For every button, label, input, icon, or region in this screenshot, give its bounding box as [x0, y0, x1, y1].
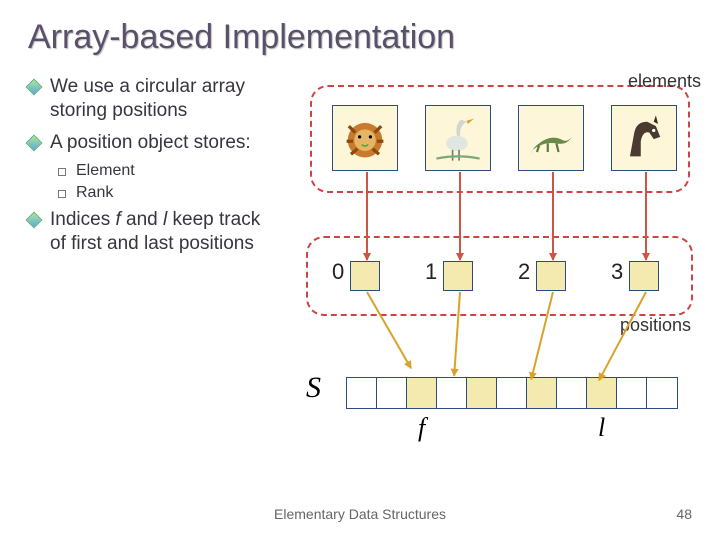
position-object — [629, 261, 659, 291]
position-object — [536, 261, 566, 291]
arrow-icon — [366, 172, 368, 260]
array-label: S — [306, 371, 321, 405]
square-bullet-icon — [58, 190, 66, 198]
position-object — [443, 261, 473, 291]
f-pointer-label: f — [418, 413, 425, 443]
arrow-icon — [645, 172, 647, 260]
array-cell — [617, 378, 647, 408]
square-bullet-icon — [58, 168, 66, 176]
position-index: 1 — [425, 259, 437, 285]
horse-icon — [611, 105, 677, 171]
diamond-bullet-icon — [26, 212, 43, 229]
array-cell — [467, 378, 497, 408]
slide-title: Array-based Implementation — [28, 18, 692, 57]
sub-bullet-text: Rank — [76, 184, 113, 202]
position-object — [350, 261, 380, 291]
l-pointer-label: l — [598, 413, 605, 443]
page-number: 48 — [676, 506, 692, 522]
footer-text: Elementary Data Structures — [0, 506, 720, 522]
array-s — [346, 377, 678, 409]
array-cell — [647, 378, 677, 408]
position-index: 0 — [332, 259, 344, 285]
crane-icon — [425, 105, 491, 171]
bullet-list: We use a circular array storing position… — [28, 75, 288, 495]
diamond-bullet-icon — [26, 134, 43, 151]
diamond-bullet-icon — [26, 79, 43, 96]
bullet-text: A position object stores: — [50, 131, 251, 155]
array-cell — [377, 378, 407, 408]
array-cell — [557, 378, 587, 408]
bullet-text: Indices f and l keep track of first and … — [50, 208, 276, 256]
array-cell — [437, 378, 467, 408]
bullet-text: We use a circular array storing position… — [50, 75, 276, 123]
diagram-area: elements positions 0 1 2 3 S — [288, 75, 692, 495]
sub-bullet-text: Element — [76, 162, 135, 180]
array-cell — [497, 378, 527, 408]
arrow-icon — [459, 172, 461, 260]
lion-icon — [332, 105, 398, 171]
position-index: 2 — [518, 259, 530, 285]
array-cell — [527, 378, 557, 408]
arrow-icon — [552, 172, 554, 260]
lizard-icon — [518, 105, 584, 171]
position-index: 3 — [611, 259, 623, 285]
elements-label: elements — [628, 71, 701, 92]
array-cell — [407, 378, 437, 408]
array-cell — [347, 378, 377, 408]
